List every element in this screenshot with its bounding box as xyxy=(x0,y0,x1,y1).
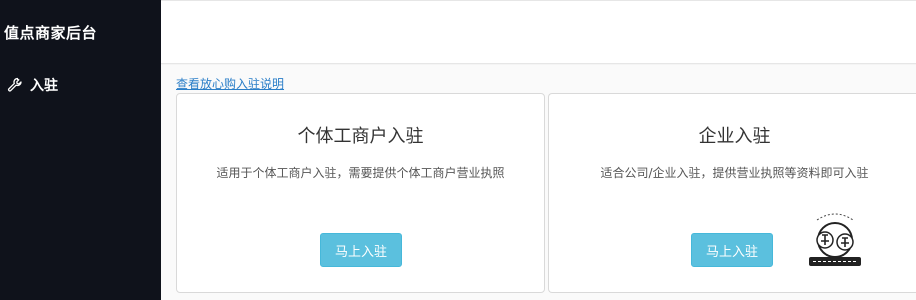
watermark-logo xyxy=(809,213,861,266)
top-bar xyxy=(161,0,916,64)
sidebar-item-label: 入驻 xyxy=(30,78,58,94)
card-description: 适合公司/企业入驻，提供营业执照等资料即可入驻 xyxy=(600,166,869,180)
sidebar: 值点商家后台 入驻 xyxy=(0,0,161,300)
enterprise-card: 企业入驻 适合公司/企业入驻，提供营业执照等资料即可入驻 马上入驻 xyxy=(548,93,916,293)
main-content: 查看放心购入驻说明 个体工商户入驻 适用于个体工商户入驻，需要提供个体工商户营业… xyxy=(161,65,916,300)
individual-apply-button[interactable]: 马上入驻 xyxy=(320,233,402,267)
enterprise-apply-button[interactable]: 马上入驻 xyxy=(691,233,773,267)
help-link[interactable]: 查看放心购入驻说明 xyxy=(176,75,284,92)
sidebar-item-settle-in[interactable]: 入驻 xyxy=(7,75,58,95)
card-description: 适用于个体工商户入驻，需要提供个体工商户营业执照 xyxy=(216,166,505,180)
card-title: 企业入驻 xyxy=(698,126,771,147)
wrench-icon xyxy=(7,77,23,93)
app-title: 值点商家后台 xyxy=(4,24,98,42)
individual-business-card: 个体工商户入驻 适用于个体工商户入驻，需要提供个体工商户营业执照 马上入驻 xyxy=(176,93,545,293)
card-title: 个体工商户入驻 xyxy=(297,126,424,147)
